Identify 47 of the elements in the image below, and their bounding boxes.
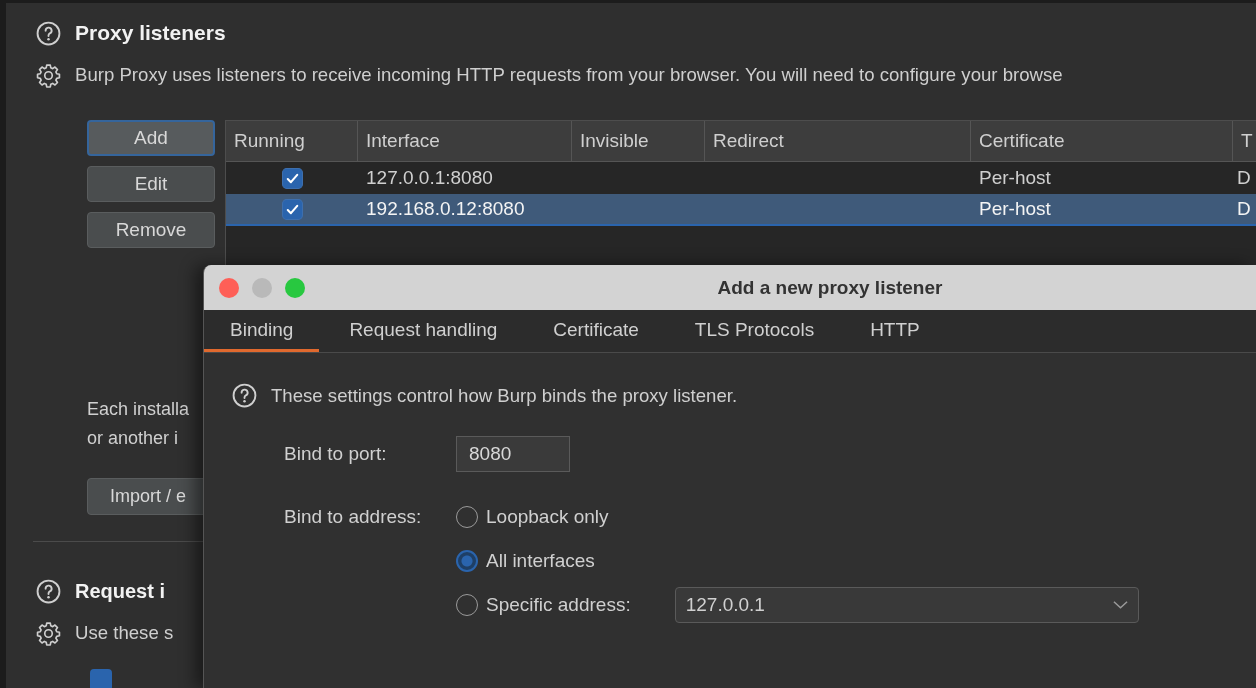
table-row[interactable]: 192.168.0.12:8080 Per-host D	[226, 194, 1256, 226]
tab[interactable]: Request handling	[323, 310, 524, 352]
help-icon[interactable]	[232, 383, 257, 408]
column-header[interactable]: Running	[226, 121, 358, 161]
radio-button[interactable]	[456, 550, 478, 572]
help-icon[interactable]	[36, 20, 61, 46]
tab[interactable]: Certificate	[527, 310, 665, 352]
checkbox[interactable]	[281, 167, 303, 189]
checkbox[interactable]	[281, 198, 303, 220]
table-row[interactable]: 127.0.0.1:8080 Per-host D	[226, 163, 1256, 193]
chevron-down-icon	[1112, 600, 1128, 610]
column-header[interactable]: Interface	[358, 121, 572, 161]
settings-icon[interactable]	[36, 62, 61, 88]
listener-button[interactable]: Add	[87, 120, 215, 156]
column-header[interactable]: Invisible	[572, 121, 705, 161]
note-text: Each installa	[87, 398, 190, 421]
table-cell-text: 192.168.0.12:8080	[365, 197, 526, 221]
window-title: Add a new proxy listener	[717, 276, 943, 299]
option-label[interactable]: All interfaces	[486, 550, 595, 572]
option-label[interactable]: Loopback only	[486, 506, 609, 528]
settings-icon[interactable]	[36, 620, 61, 646]
column-header[interactable]: T	[1233, 121, 1256, 161]
option-label[interactable]: Specific address:	[486, 594, 631, 616]
section-title: Proxy listeners	[75, 21, 226, 45]
field-label: Bind to address:	[284, 505, 423, 529]
table-cell-text: D	[1236, 197, 1252, 221]
table-cell-text: Per-host	[978, 166, 1052, 190]
address-dropdown[interactable]: 127.0.0.1	[674, 587, 1139, 623]
listener-button[interactable]: Remove	[87, 212, 215, 248]
table-cell-text: 127.0.0.1:8080	[365, 166, 494, 190]
port-field[interactable]: 8080	[456, 436, 570, 472]
note-text: or another i	[87, 427, 179, 450]
tab[interactable]: HTTP	[844, 310, 946, 352]
field-label: Bind to port:	[284, 442, 388, 466]
tab[interactable]: TLS Protocols	[668, 310, 841, 352]
table-cell-text: Per-host	[978, 197, 1052, 221]
checkbox[interactable]	[90, 669, 112, 688]
section-description: Burp Proxy uses listeners to receive incoming HTTP requests from your browser. You will need to configure your browse	[75, 64, 1063, 86]
tab[interactable]: Binding	[204, 310, 320, 352]
section-description: Use these s	[75, 622, 174, 644]
column-header[interactable]: Certificate	[971, 121, 1233, 161]
table-cell-text: D	[1236, 166, 1252, 190]
column-header[interactable]: Redirect	[705, 121, 971, 161]
section-title: Request i	[75, 579, 166, 603]
help-icon[interactable]	[36, 578, 61, 604]
listener-button[interactable]: Edit	[87, 166, 215, 202]
help-text: These settings control how Burp binds the proxy listener.	[271, 384, 738, 407]
